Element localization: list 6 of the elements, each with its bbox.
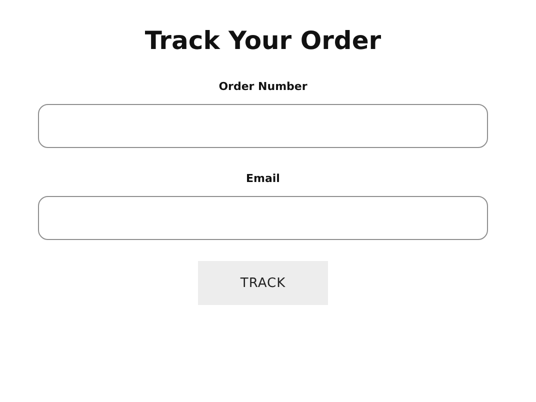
page-title: Track Your Order xyxy=(144,25,382,57)
track-button[interactable]: TRACK xyxy=(198,261,328,305)
input-field[interactable] xyxy=(38,104,488,148)
field-label: Order Number xyxy=(218,80,308,94)
input-field[interactable] xyxy=(38,196,488,240)
field-label: Email xyxy=(246,172,280,186)
